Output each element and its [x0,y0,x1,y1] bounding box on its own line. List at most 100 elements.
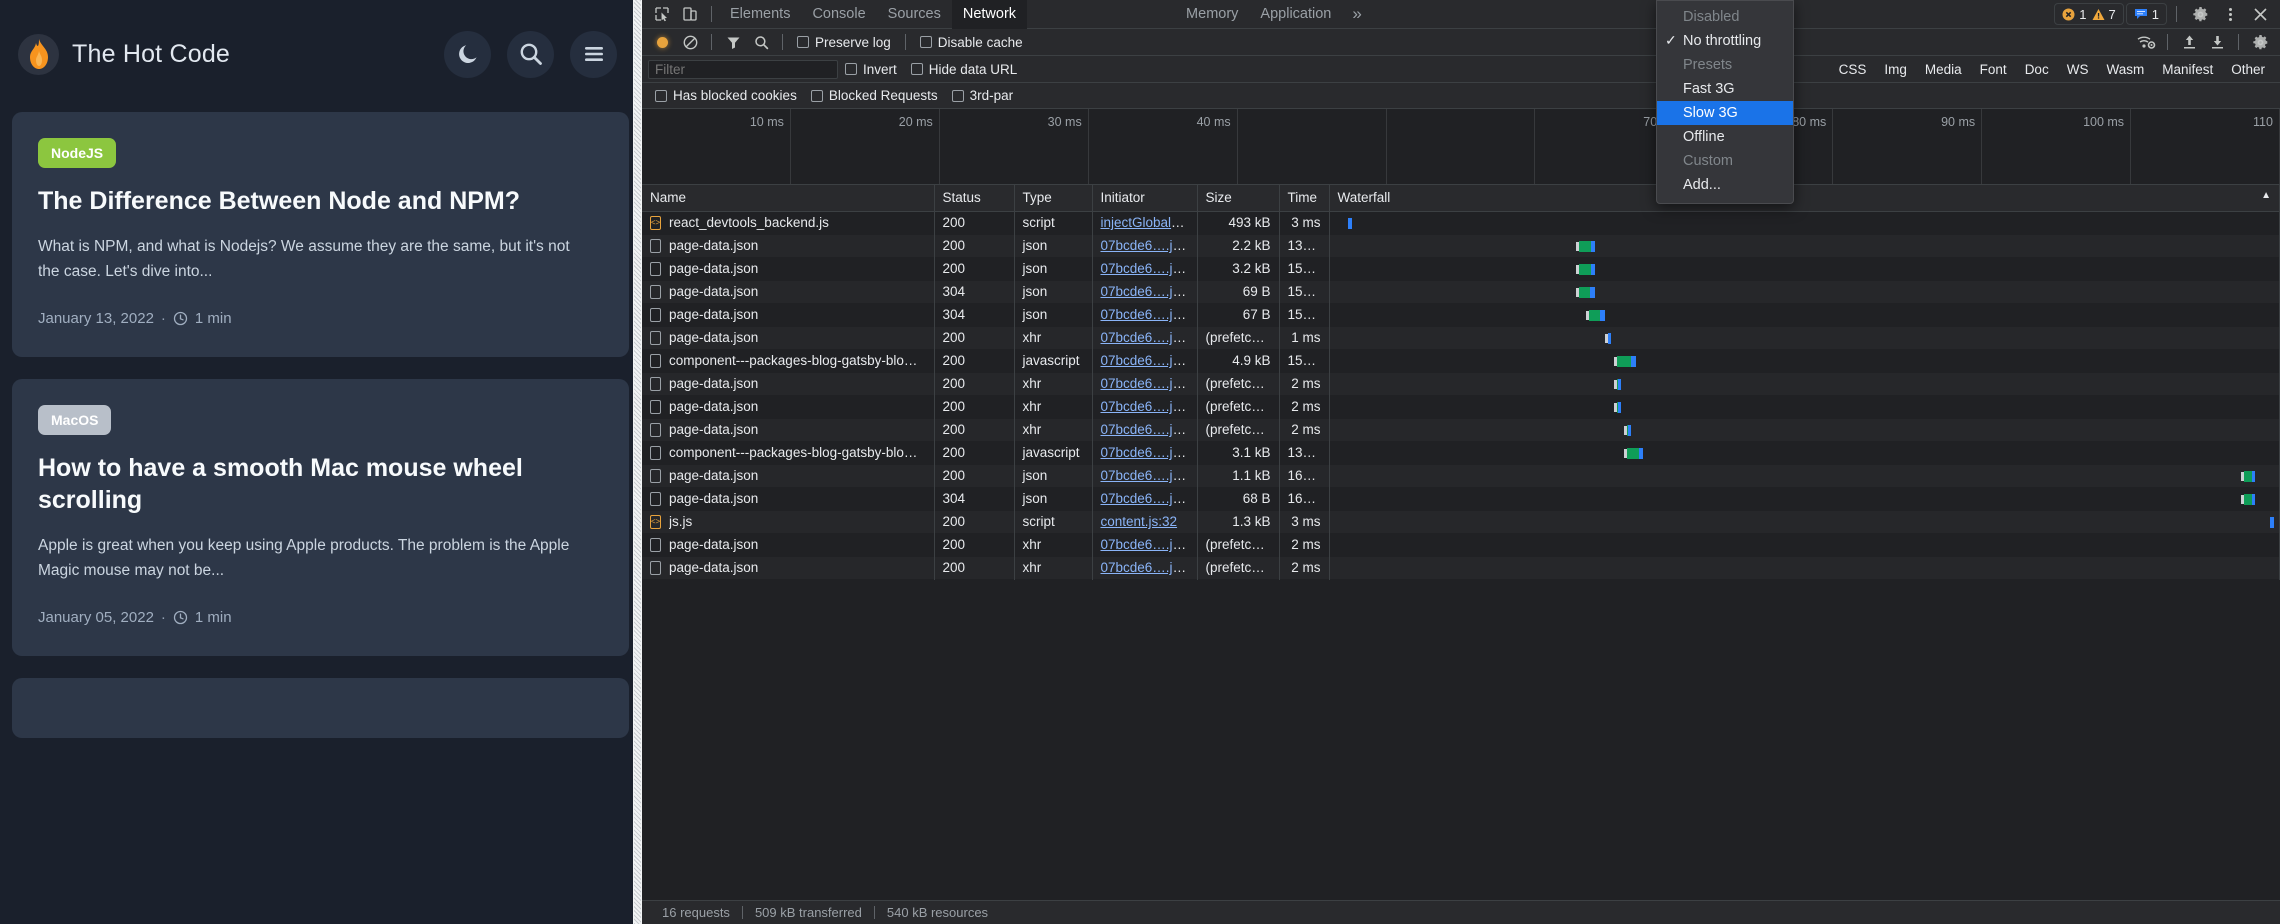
tab-network[interactable]: Network [951,0,1028,29]
filter-input[interactable] [648,59,838,79]
preserve-log-checkbox[interactable]: Preserve log [790,35,898,50]
table-row[interactable]: <> js.js 200 script content.js:32 1.3 kB 3 ms [642,510,2280,533]
cell-initiator[interactable]: 07bcde6….js:1 [1092,556,1198,579]
cell-name[interactable]: page-data.json [642,418,935,441]
import-har-icon[interactable] [2175,30,2203,54]
menu-item-slow-3g[interactable]: Slow 3G [1657,101,1793,125]
cell-initiator[interactable]: 07bcde6….js:1 [1092,349,1198,372]
has-blocked-cookies-checkbox[interactable]: Has blocked cookies [648,88,804,103]
cell-initiator[interactable]: 07bcde6….js:1 [1092,395,1198,418]
network-overview-timeline[interactable]: 10 ms20 ms30 ms40 ms70 ms80 ms90 ms100 m… [642,109,2280,185]
menu-button[interactable] [570,30,617,78]
initiator-link[interactable]: injectGlobalHook…. [1101,215,1197,230]
initiator-link[interactable]: 07bcde6….js:1 [1101,422,1191,437]
device-toolbar-icon[interactable] [676,2,704,26]
initiator-link[interactable]: 07bcde6….js:1 [1101,491,1191,506]
cell-name[interactable]: component---packages-blog-gatsby-blo… [642,441,935,464]
network-requests-table-wrapper[interactable]: Name Status Type Initiator Size Time Wat… [642,185,2280,900]
cell-name[interactable]: component---packages-blog-gatsby-blo… [642,349,935,372]
cell-initiator[interactable]: content.js:32 [1092,510,1198,533]
issue-counters[interactable]: 1 7 [2054,3,2124,25]
initiator-link[interactable]: content.js:32 [1101,514,1178,529]
type-filter-css[interactable]: CSS [1830,62,1876,77]
throttling-dropdown-menu[interactable]: Disabled ✓ No throttling Presets Fast 3G Slow… [1656,0,1794,204]
post-tag[interactable]: NodeJS [38,138,117,168]
column-header-name[interactable]: Name [642,185,935,212]
cell-name[interactable]: page-data.json [642,234,935,257]
table-row[interactable]: page-data.json 304 json 07bcde6….js:1 67 B 15… [642,303,2280,326]
table-row[interactable]: page-data.json 200 xhr 07bcde6….js:1 (prefet… [642,418,2280,441]
cell-initiator[interactable]: 07bcde6….js:1 [1092,326,1198,349]
export-har-icon[interactable] [2203,30,2231,54]
menu-item-no-throttling[interactable]: ✓ No throttling [1657,29,1793,53]
cell-name[interactable]: page-data.json [642,464,935,487]
post-card[interactable]: NodeJS The Difference Between Node and N… [12,112,629,358]
checkbox-box[interactable] [797,36,809,48]
table-row[interactable]: page-data.json 304 json 07bcde6….js:1 69 B 15… [642,280,2280,303]
column-header-waterfall[interactable]: Waterfall ▲ [1329,185,2280,212]
initiator-link[interactable]: 07bcde6….js:1 [1101,238,1191,253]
cell-name[interactable]: <> js.js [642,510,935,533]
cell-initiator[interactable]: injectGlobalHook…. [1092,211,1198,234]
initiator-link[interactable]: 07bcde6….js:1 [1101,307,1191,322]
checkbox-box[interactable] [951,89,964,102]
type-filter-wasm[interactable]: Wasm [2097,62,2153,77]
column-header-initiator[interactable]: Initiator [1092,185,1198,212]
close-icon[interactable] [2246,2,2274,26]
gear-icon[interactable] [2186,2,2214,26]
cell-initiator[interactable]: 07bcde6….js:1 [1092,257,1198,280]
checkbox-box[interactable] [910,63,923,75]
cell-name[interactable]: page-data.json [642,326,935,349]
checkbox-box[interactable] [845,63,857,75]
table-row[interactable]: page-data.json 200 xhr 07bcde6….js:1 (prefet… [642,326,2280,349]
checkbox-box[interactable] [919,36,932,48]
initiator-link[interactable]: 07bcde6….js:1 [1101,560,1191,575]
initiator-link[interactable]: 07bcde6….js:1 [1101,284,1191,299]
type-filter-doc[interactable]: Doc [2016,62,2058,77]
filter-funnel-icon[interactable] [719,30,747,54]
cell-initiator[interactable]: 07bcde6….js:1 [1092,372,1198,395]
gear-icon[interactable] [2246,30,2274,54]
tab-application[interactable]: Application [1249,0,1342,29]
post-card[interactable] [12,678,629,739]
table-row[interactable]: page-data.json 200 xhr 07bcde6….js:1 (prefet… [642,556,2280,579]
menu-item-offline[interactable]: Offline [1657,125,1793,149]
theme-toggle-button[interactable] [444,30,491,78]
initiator-link[interactable]: 07bcde6….js:1 [1101,353,1191,368]
table-row[interactable]: page-data.json 200 json 07bcde6….js:1 3.2 kB… [642,257,2280,280]
third-party-checkbox[interactable]: 3rd-par [945,88,1021,103]
initiator-link[interactable]: 07bcde6….js:1 [1101,376,1191,391]
table-row[interactable]: page-data.json 200 xhr 07bcde6….js:1 (prefet… [642,372,2280,395]
column-header-time[interactable]: Time [1279,185,1330,212]
warning-counter[interactable]: 7 [2092,7,2116,22]
post-card[interactable]: MacOS How to have a smooth Mac mouse whe… [12,379,629,657]
search-icon[interactable] [747,30,775,54]
devtools-resize-handle[interactable] [633,0,642,924]
table-row[interactable]: component---packages-blog-gatsby-blo… 200… [642,441,2280,464]
type-filter-manifest[interactable]: Manifest [2153,62,2222,77]
error-counter[interactable]: 1 [2062,7,2087,22]
tab-console[interactable]: Console [801,0,876,29]
initiator-link[interactable]: 07bcde6….js:1 [1101,330,1191,345]
initiator-link[interactable]: 07bcde6….js:1 [1101,537,1191,552]
column-header-type[interactable]: Type [1014,185,1093,212]
post-title[interactable]: How to have a smooth Mac mouse wheel scr… [38,453,603,516]
type-filter-img[interactable]: Img [1875,62,1916,77]
column-header-status[interactable]: Status [934,185,1015,212]
cell-name[interactable]: page-data.json [642,303,935,326]
cell-initiator[interactable]: 07bcde6….js:1 [1092,280,1198,303]
cell-name[interactable]: page-data.json [642,257,935,280]
checkbox-box[interactable] [810,89,823,102]
cell-name[interactable]: page-data.json [642,395,935,418]
table-row[interactable]: page-data.json 304 json 07bcde6….js:1 68 B 16… [642,487,2280,510]
clear-no-entry-icon[interactable] [676,30,704,54]
tab-sources[interactable]: Sources [877,0,952,29]
search-button[interactable] [507,30,554,78]
tab-memory[interactable]: Memory [1175,0,1249,29]
cell-name[interactable]: <> react_devtools_backend.js [642,211,935,234]
cell-initiator[interactable]: 07bcde6….js:1 [1092,234,1198,257]
table-row[interactable]: page-data.json 200 json 07bcde6….js:1 2.2 kB… [642,234,2280,257]
initiator-link[interactable]: 07bcde6….js:1 [1101,261,1191,276]
disable-cache-checkbox[interactable]: Disable cache [913,35,1030,50]
column-header-size[interactable]: Size [1197,185,1280,212]
